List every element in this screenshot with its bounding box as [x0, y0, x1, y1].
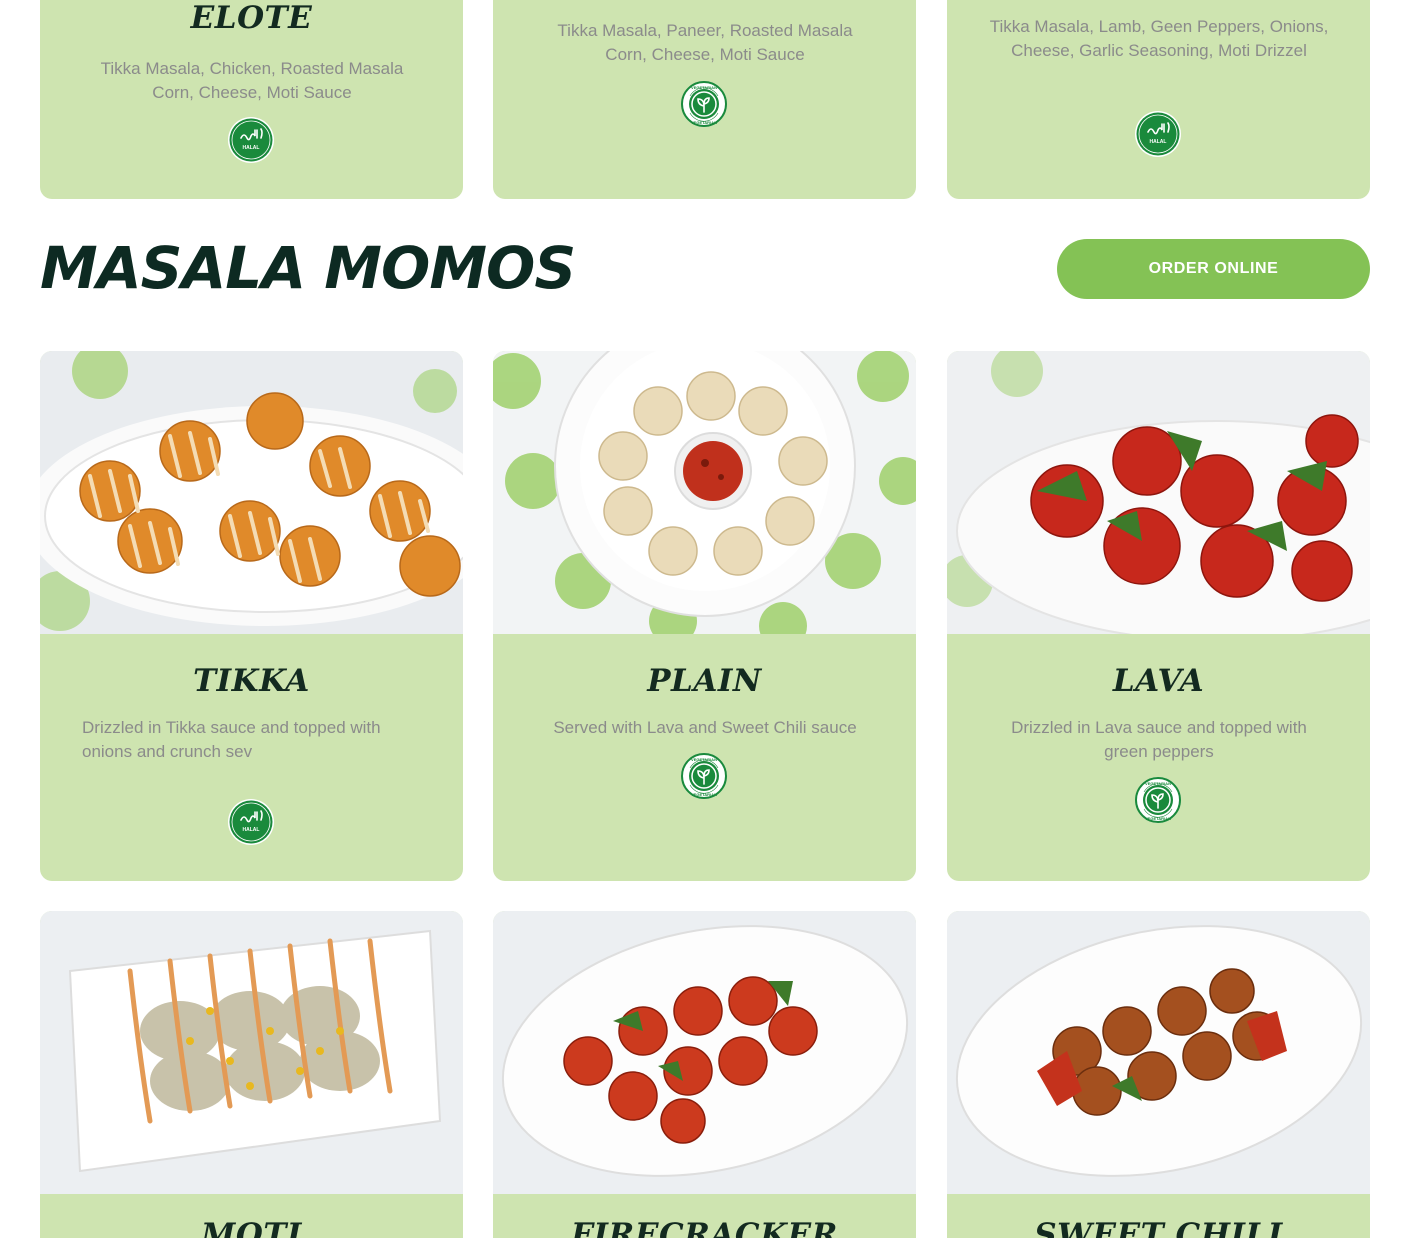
menu-card-paneer: Tikka Masala, Paneer, Roasted Masala Cor…: [493, 0, 916, 199]
halal-icon: [1134, 110, 1182, 158]
menu-card-moti[interactable]: MOTI: [40, 911, 463, 1238]
lava-momos-photo: [947, 351, 1370, 634]
menu-item-description: Served with Lava and Sweet Chili sauce: [553, 718, 857, 737]
moti-momos-photo: [40, 911, 463, 1194]
order-online-button[interactable]: ORDER ONLINE: [1057, 239, 1370, 299]
vegetarian-icon: [1134, 776, 1182, 824]
menu-item-title: ELOTE: [190, 0, 313, 36]
menu-card-tikka[interactable]: TIKKA Drizzled in Tikka sauce and topped…: [40, 351, 463, 881]
menu-item-description: Tikka Masala, Paneer, Roasted Masala Cor…: [557, 21, 853, 64]
menu-item-title: SWEET CHILI: [1034, 1217, 1283, 1238]
plain-momos-photo: [493, 351, 916, 634]
menu-item-description: Tikka Masala, Lamb, Geen Peppers, Onions…: [989, 17, 1329, 60]
menu-item-title: TIKKA: [193, 663, 310, 699]
menu-card-lamb: Tikka Masala, Lamb, Geen Peppers, Onions…: [947, 0, 1370, 199]
vegetarian-icon: [680, 752, 728, 800]
menu-item-description: Tikka Masala, Chicken, Roasted Masala Co…: [100, 59, 404, 102]
menu-item-description: Drizzled in Lava sauce and topped with g…: [1011, 718, 1307, 761]
section-title: MASALA MOMOS: [40, 234, 576, 302]
menu-card-elote: ELOTE Tikka Masala, Chicken, Roasted Mas…: [40, 0, 463, 199]
menu-item-title: MOTI: [201, 1217, 302, 1238]
halal-icon: [227, 798, 275, 846]
menu-item-title: LAVA: [1112, 663, 1205, 699]
menu-item-title: PLAIN: [647, 663, 762, 699]
menu-card-sweet-chili[interactable]: SWEET CHILI: [947, 911, 1370, 1238]
menu-card-firecracker[interactable]: FIRECRACKER: [493, 911, 916, 1238]
menu-item-description: Drizzled in Tikka sauce and topped with …: [82, 718, 381, 761]
menu-item-title: FIRECRACKER: [571, 1217, 838, 1238]
menu-card-lava[interactable]: LAVA Drizzled in Lava sauce and topped w…: [947, 351, 1370, 881]
sweet-chili-momos-photo: [947, 911, 1370, 1194]
tikka-momos-photo: [40, 351, 463, 634]
menu-card-plain[interactable]: PLAIN Served with Lava and Sweet Chili s…: [493, 351, 916, 881]
vegetarian-icon: [680, 80, 728, 128]
firecracker-momos-photo: [493, 911, 916, 1194]
halal-icon: [227, 116, 275, 164]
